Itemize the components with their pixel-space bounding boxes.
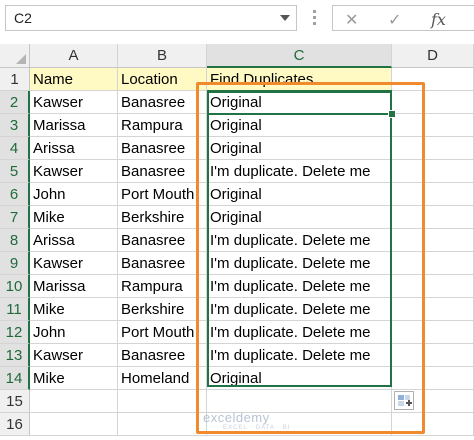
- row-header[interactable]: 5: [0, 160, 30, 183]
- grip-dots-icon[interactable]: [313, 10, 317, 26]
- cell-d2[interactable]: [392, 91, 474, 114]
- cell-c1[interactable]: Find Duplicates: [207, 68, 392, 91]
- cell-c9[interactable]: I'm duplicate. Delete me: [207, 252, 392, 275]
- cell-d12[interactable]: [392, 321, 474, 344]
- cell-d16[interactable]: [392, 413, 474, 436]
- cell-d6[interactable]: [392, 183, 474, 206]
- cell-c6[interactable]: Original: [207, 183, 392, 206]
- cell-d10[interactable]: [392, 275, 474, 298]
- cell-b6[interactable]: Port Mouth: [118, 183, 207, 206]
- cell-c10[interactable]: I'm duplicate. Delete me: [207, 275, 392, 298]
- watermark-tagline: EXCEL · DATA · BI: [223, 425, 291, 431]
- cell-b7[interactable]: Berkshire: [118, 206, 207, 229]
- watermark-brand: exceldemy: [203, 410, 270, 425]
- cell-b16[interactable]: [118, 413, 207, 436]
- row-header[interactable]: 14: [0, 367, 30, 390]
- row-header[interactable]: 4: [0, 137, 30, 160]
- cell-a12[interactable]: John: [30, 321, 118, 344]
- cell-c5[interactable]: I'm duplicate. Delete me: [207, 160, 392, 183]
- row-header[interactable]: 13: [0, 344, 30, 367]
- cell-b4[interactable]: Banasree: [118, 137, 207, 160]
- cell-a8[interactable]: Arissa: [30, 229, 118, 252]
- watermark: exceldemy EXCEL · DATA · BI: [203, 410, 291, 431]
- column-header-d[interactable]: D: [392, 44, 474, 68]
- cell-c3[interactable]: Original: [207, 114, 392, 137]
- column-header-b[interactable]: B: [118, 44, 207, 68]
- cell-b11[interactable]: Berkshire: [118, 298, 207, 321]
- formula-input-group: ✕ ✓ fx: [332, 5, 474, 31]
- insert-function-icon[interactable]: fx: [431, 10, 446, 29]
- cell-a5[interactable]: Kawser: [30, 160, 118, 183]
- cell-b13[interactable]: Banasree: [118, 344, 207, 367]
- cell-a9[interactable]: Kawser: [30, 252, 118, 275]
- cell-a6[interactable]: John: [30, 183, 118, 206]
- row-header[interactable]: 11: [0, 298, 30, 321]
- cell-b8[interactable]: Banasree: [118, 229, 207, 252]
- cell-a11[interactable]: Mike: [30, 298, 118, 321]
- cell-d3[interactable]: [392, 114, 474, 137]
- cell-c2[interactable]: Original: [207, 91, 392, 114]
- cell-a14[interactable]: Mike: [30, 367, 118, 390]
- cell-a16[interactable]: [30, 413, 118, 436]
- column-header-c[interactable]: C: [207, 44, 392, 68]
- row-header[interactable]: 3: [0, 114, 30, 137]
- cell-a4[interactable]: Arissa: [30, 137, 118, 160]
- fill-handle[interactable]: [388, 110, 396, 118]
- cell-d7[interactable]: [392, 206, 474, 229]
- row-header[interactable]: 9: [0, 252, 30, 275]
- cell-d5[interactable]: [392, 160, 474, 183]
- cell-d13[interactable]: [392, 344, 474, 367]
- cell-b3[interactable]: Rampura: [118, 114, 207, 137]
- quick-analysis-icon[interactable]: [394, 391, 414, 410]
- cell-b5[interactable]: Banasree: [118, 160, 207, 183]
- cell-b9[interactable]: Banasree: [118, 252, 207, 275]
- name-box[interactable]: C2: [5, 5, 297, 31]
- cell-c14[interactable]: Original: [207, 367, 392, 390]
- cell-d14[interactable]: [392, 367, 474, 390]
- row-header[interactable]: 6: [0, 183, 30, 206]
- cell-a7[interactable]: Mike: [30, 206, 118, 229]
- cell-d11[interactable]: [392, 298, 474, 321]
- row-header[interactable]: 8: [0, 229, 30, 252]
- row-header[interactable]: 1: [0, 68, 30, 91]
- select-all-corner[interactable]: [0, 44, 30, 68]
- cell-b14[interactable]: Homeland: [118, 367, 207, 390]
- row-header[interactable]: 10: [0, 275, 30, 298]
- cell-b2[interactable]: Banasree: [118, 91, 207, 114]
- enter-icon[interactable]: ✓: [388, 10, 401, 30]
- cell-b1[interactable]: Location: [118, 68, 207, 91]
- row-header[interactable]: 16: [0, 413, 30, 436]
- chevron-down-icon[interactable]: [280, 15, 290, 21]
- cell-d8[interactable]: [392, 229, 474, 252]
- cell-c13[interactable]: I'm duplicate. Delete me: [207, 344, 392, 367]
- row-header[interactable]: 12: [0, 321, 30, 344]
- cell-d1[interactable]: [392, 68, 474, 91]
- row-header[interactable]: 2: [0, 91, 30, 114]
- cell-a3[interactable]: Marissa: [30, 114, 118, 137]
- cell-a2[interactable]: Kawser: [30, 91, 118, 114]
- cell-a13[interactable]: Kawser: [30, 344, 118, 367]
- cell-d9[interactable]: [392, 252, 474, 275]
- cell-a15[interactable]: [30, 390, 118, 413]
- cell-b10[interactable]: Rampura: [118, 275, 207, 298]
- cell-a1[interactable]: Name: [30, 68, 118, 91]
- cell-c7[interactable]: Original: [207, 206, 392, 229]
- cell-b15[interactable]: [118, 390, 207, 413]
- name-box-value: C2: [14, 10, 32, 26]
- cell-c8[interactable]: I'm duplicate. Delete me: [207, 229, 392, 252]
- cell-c12[interactable]: I'm duplicate. Delete me: [207, 321, 392, 344]
- formula-bar: C2 ✕ ✓ fx: [0, 0, 474, 44]
- cell-d4[interactable]: [392, 137, 474, 160]
- cell-a10[interactable]: Marissa: [30, 275, 118, 298]
- cell-c4[interactable]: Original: [207, 137, 392, 160]
- cell-c11[interactable]: I'm duplicate. Delete me: [207, 298, 392, 321]
- cell-b12[interactable]: Port Mouth: [118, 321, 207, 344]
- cancel-icon[interactable]: ✕: [345, 10, 358, 30]
- row-header[interactable]: 15: [0, 390, 30, 413]
- row-header[interactable]: 7: [0, 206, 30, 229]
- column-header-a[interactable]: A: [30, 44, 118, 68]
